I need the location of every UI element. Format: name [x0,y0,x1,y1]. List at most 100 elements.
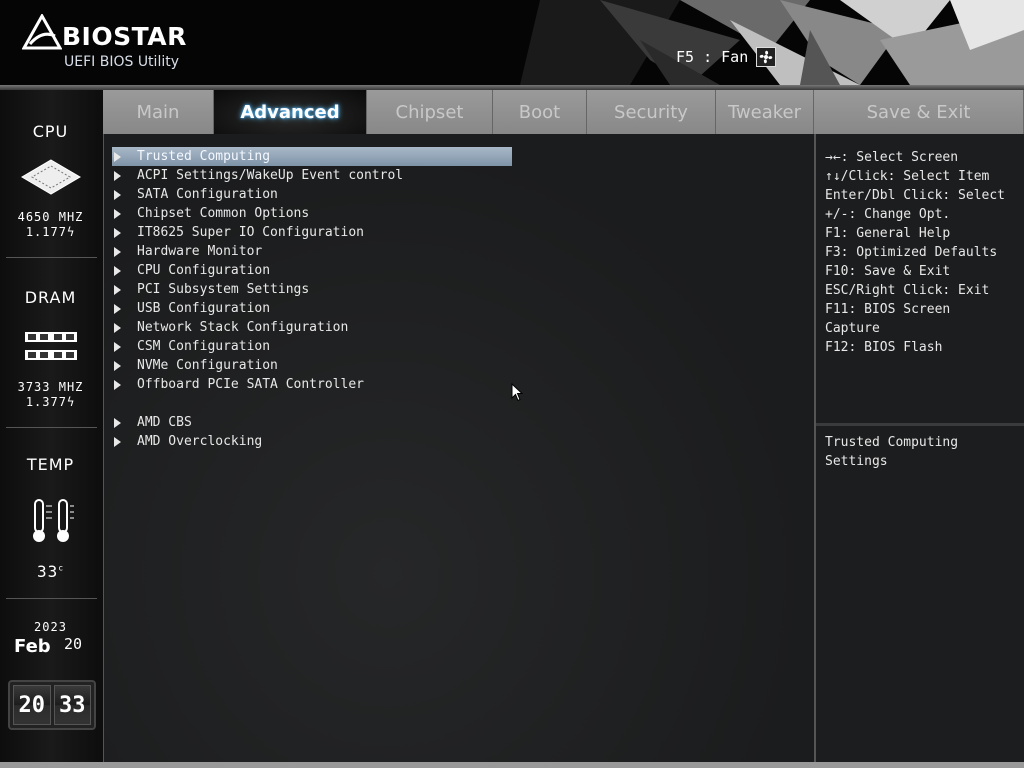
help-panel: →←: Select Screen ↑↓/Click: Select Item … [816,134,1024,762]
clock: 20 33 [8,680,96,730]
fan-shortcut-label: F5 : Fan [676,48,749,66]
status-panel: CPU 4650 MHZ 1.177ϟ DRAM 3733 MHZ 1.377ϟ… [0,90,104,762]
menu-item-label: ACPI Settings/WakeUp Event control [137,168,404,183]
tab-advanced[interactable]: Advanced [214,90,367,134]
tab-boot[interactable]: Boot [493,90,587,134]
tab-bar: Main Advanced Chipset Boot Security Twea… [103,90,1024,134]
menu-item-trusted-computing[interactable]: Trusted Computing [112,147,512,166]
help-line: F11: BIOS Screen [825,302,951,317]
fan-icon[interactable] [756,47,777,67]
status-divider [6,427,97,428]
help-line: F3: Optimized Defaults [825,245,998,260]
submenu-arrow-icon [114,417,129,428]
menu-item-label: Network Stack Configuration [137,320,349,335]
menu-item-label: CPU Configuration [137,263,271,278]
submenu-arrow-icon [114,170,129,181]
menu-item-label: AMD CBS [137,415,192,430]
cpu-frequency: 4650 MHZ [17,210,84,224]
menu-item-label: Offboard PCIe SATA Controller [137,377,364,392]
biostar-logo-icon [22,14,62,50]
mouse-pointer-icon [511,383,523,402]
footer-bar [0,762,1024,768]
menu-item-cpu-configuration[interactable]: CPU Configuration [112,261,512,280]
submenu-arrow-icon [114,265,129,276]
temp-label: TEMP [26,455,75,474]
key-help-list: →←: Select Screen ↑↓/Click: Select Item … [825,148,1023,357]
menu-item-super-io-configuration[interactable]: IT8625 Super IO Configuration [112,223,512,242]
menu-item-network-stack-configuration[interactable]: Network Stack Configuration [112,318,512,337]
tab-main[interactable]: Main [103,90,214,134]
status-divider [6,257,97,258]
temperature-value: 33 [36,562,59,581]
brand-subtitle: UEFI BIOS Utility [64,54,179,70]
menu-item-amd-overclocking[interactable]: AMD Overclocking [112,432,512,451]
fan-shortcut[interactable]: F5 : Fan [676,47,777,67]
menu-item-amd-cbs[interactable]: AMD CBS [112,413,512,432]
description-line: Settings [825,454,888,469]
menu-item-pci-subsystem-settings[interactable]: PCI Subsystem Settings [112,280,512,299]
dram-label: DRAM [24,288,77,307]
description-line: Trusted Computing [825,435,959,450]
tab-save-exit[interactable]: Save & Exit [814,90,1024,134]
submenu-arrow-icon [114,303,129,314]
submenu-arrow-icon [114,284,129,295]
cpu-chip-icon [21,159,81,195]
item-description: Trusted Computing Settings [825,433,1015,471]
submenu-arrow-icon [114,246,129,257]
submenu-arrow-icon [114,360,129,371]
help-line: Capture [825,321,880,336]
menu-item-csm-configuration[interactable]: CSM Configuration [112,337,512,356]
submenu-arrow-icon [114,322,129,333]
menu-item-usb-configuration[interactable]: USB Configuration [112,299,512,318]
clock-hour: 20 [13,685,51,725]
menu-item-label: CSM Configuration [137,339,271,354]
menu-item-acpi-settings[interactable]: ACPI Settings/WakeUp Event control [112,166,512,185]
menu-item-sata-configuration[interactable]: SATA Configuration [112,185,512,204]
dram-voltage: 1.377ϟ [0,395,101,409]
help-line: F10: Save & Exit [825,264,951,279]
tab-chipset[interactable]: Chipset [367,90,493,134]
date-day: 20 [64,635,83,653]
cpu-voltage-value: 1.177 [25,225,67,239]
tab-security[interactable]: Security [587,90,716,134]
help-line: F12: BIOS Flash [825,340,943,355]
menu-item-label: IT8625 Super IO Configuration [137,225,364,240]
submenu-arrow-icon [114,227,129,238]
help-line: F1: General Help [825,226,951,241]
submenu-arrow-icon [114,189,129,200]
voltage-bolt-icon: ϟ [66,225,76,239]
menu-item-label: SATA Configuration [137,187,278,202]
date-month: Feb [14,636,51,657]
menu-item-hardware-monitor[interactable]: Hardware Monitor [112,242,512,261]
status-divider [6,598,97,599]
menu-item-nvme-configuration[interactable]: NVMe Configuration [112,356,512,375]
menu-item-label: PCI Subsystem Settings [137,282,310,297]
help-line: ↑↓/Click: Select Item [825,169,990,184]
voltage-bolt-icon: ϟ [66,395,76,409]
cpu-voltage: 1.177ϟ [0,225,101,239]
menu-item-label: NVMe Configuration [137,358,278,373]
help-line: →←: Select Screen [825,150,959,165]
menu-item-label: AMD Overclocking [137,434,263,449]
clock-minute: 33 [53,685,91,725]
temperature-readout: 33c [0,562,101,581]
help-line: Enter/Dbl Click: Select [825,188,1006,203]
help-divider [816,423,1024,426]
tab-tweaker[interactable]: Tweaker [716,90,814,134]
date-year: 2023 [34,620,67,634]
menu-item-label: USB Configuration [137,301,271,316]
menu-item-chipset-common-options[interactable]: Chipset Common Options [112,204,512,223]
dram-voltage-value: 1.377 [25,395,67,409]
submenu-arrow-icon [114,436,129,447]
help-line: +/-: Change Opt. [825,207,951,222]
cpu-label: CPU [32,122,69,141]
submenu-arrow-icon [114,151,129,162]
advanced-menu-panel: Trusted Computing ACPI Settings/WakeUp E… [104,134,816,762]
menu-item-label: Trusted Computing [137,149,271,164]
submenu-arrow-icon [114,341,129,352]
submenu-arrow-icon [114,208,129,219]
header-background-art [520,0,1024,85]
temperature-unit: c [58,563,65,573]
header-bar: BIOSTAR UEFI BIOS Utility F5 : Fan [0,0,1024,85]
menu-item-offboard-pcie-sata[interactable]: Offboard PCIe SATA Controller [112,375,512,394]
